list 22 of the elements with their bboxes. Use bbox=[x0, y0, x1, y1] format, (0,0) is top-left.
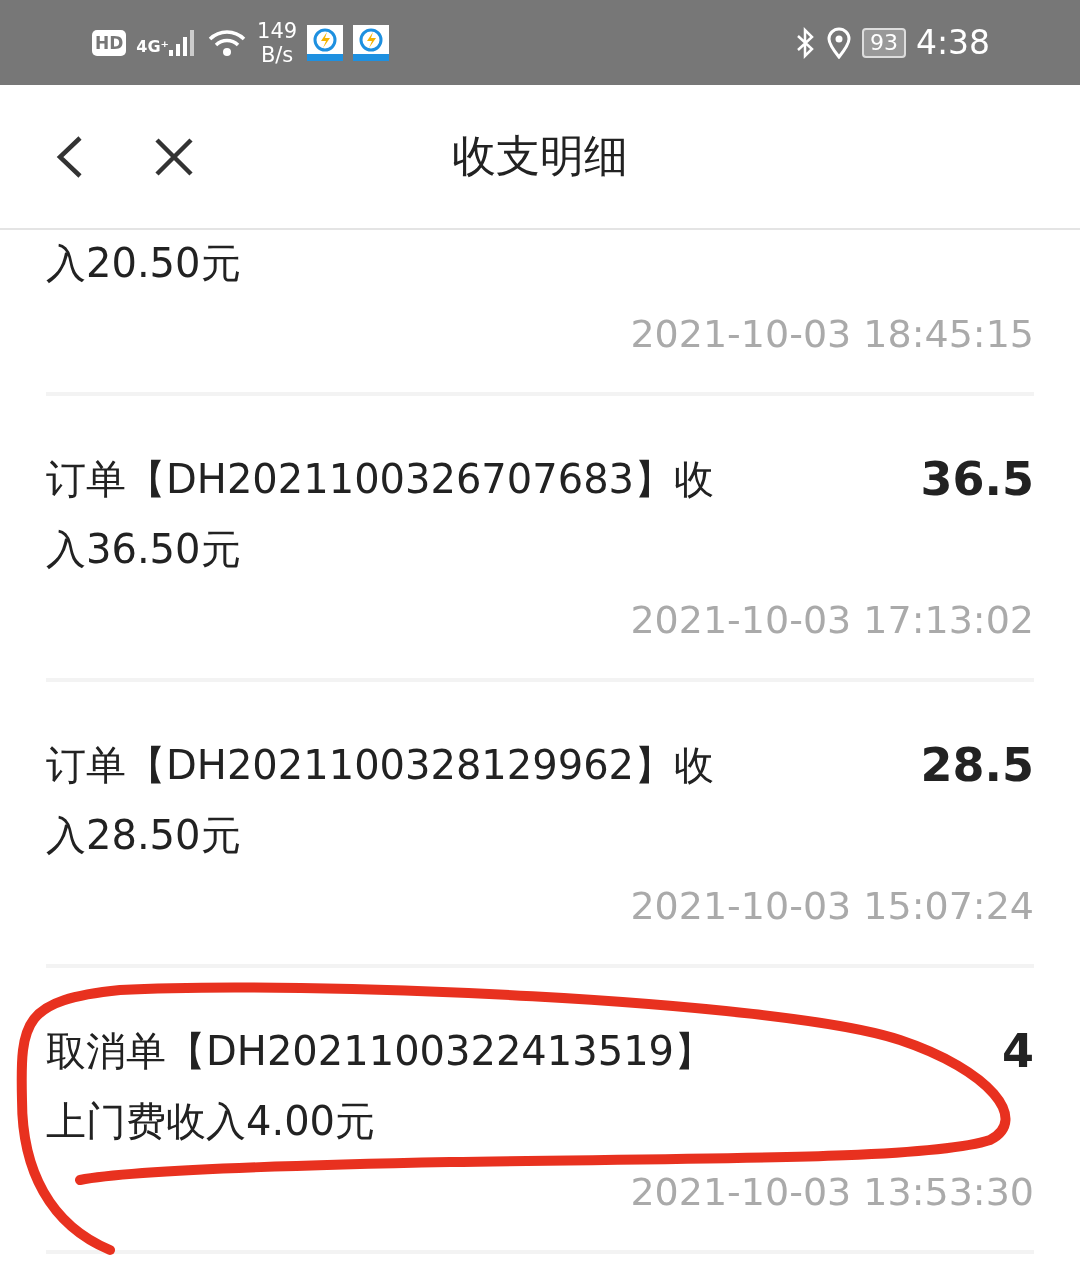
transaction-time: 2021-10-03 17:13:02 bbox=[630, 598, 1034, 642]
close-button[interactable] bbox=[154, 136, 194, 177]
transaction-amount: 4 bbox=[1002, 1023, 1034, 1080]
transaction-description: 取消单【DH2021100322413519】上门费收入4.00元 bbox=[46, 1027, 716, 1146]
transaction-time: 2021-10-03 13:53:30 bbox=[630, 1170, 1034, 1214]
transaction-amount: 36.5 bbox=[920, 451, 1034, 508]
transaction-time: 2021-10-03 18:45:15 bbox=[630, 312, 1034, 356]
transaction-description: 订单【DH2021100326707683】收入36.50元 bbox=[46, 455, 716, 574]
battery-level: 93 bbox=[861, 27, 906, 58]
clock: 4:38 bbox=[915, 23, 990, 62]
page-title: 收支明细 bbox=[452, 129, 628, 183]
hd-badge: HD bbox=[92, 29, 127, 56]
transaction-time: 2021-10-03 15:07:24 bbox=[630, 884, 1034, 928]
location-icon bbox=[825, 26, 852, 59]
transaction-description: 订单【DH2021100328129962】收入28.50元 bbox=[46, 741, 716, 860]
transaction-amount: 28.5 bbox=[920, 737, 1034, 794]
app-notification-icon bbox=[307, 24, 344, 61]
network-type: 4G⁺ bbox=[136, 36, 170, 56]
speed-value: 149 bbox=[257, 18, 298, 43]
speed-unit: B/s bbox=[260, 42, 294, 67]
app-notification-icon bbox=[353, 24, 390, 61]
transaction-description: 入20.50元 bbox=[46, 239, 241, 288]
